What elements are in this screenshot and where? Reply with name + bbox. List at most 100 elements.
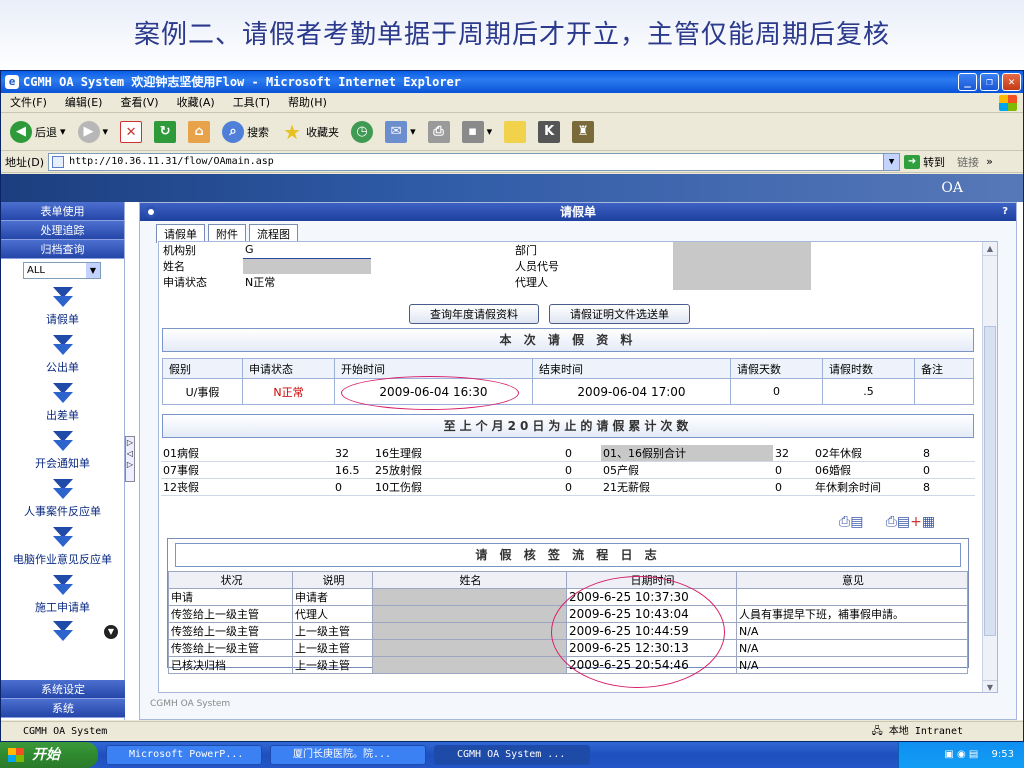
nav-archive-query[interactable]: 归档查询 — [1, 240, 124, 259]
messenger-button[interactable]: K — [535, 119, 563, 145]
form-filter-select[interactable]: ALL ▼ — [23, 262, 101, 279]
leave-table: 假别 申请状态 开始时间 结束时间 请假天数 请假时数 备注 U/事假 N正常 … — [162, 358, 974, 405]
accumulated-table: 01病假 32 16生理假 0 01、16假别合计 32 02年休假 8 07事假 16.5 25… — [161, 445, 975, 496]
nav-item-more[interactable]: ▼ — [1, 621, 124, 643]
scroll-down-icon[interactable]: ▼ — [983, 680, 997, 692]
go-button[interactable]: ➜ 转到 — [904, 154, 945, 170]
menu-help[interactable]: 帮助(H) — [279, 93, 336, 113]
panel-bullet-icon — [145, 206, 157, 218]
nav-item-leave[interactable]: 请假单 — [1, 287, 124, 327]
scroll-down-icon[interactable]: ▼ — [104, 625, 118, 639]
dept-label: 部门 — [515, 244, 537, 257]
system-tray: ▣ ◉ ▤ 9:53 — [898, 742, 1024, 768]
refresh-button[interactable]: ↻ — [151, 119, 179, 145]
name-field — [243, 258, 371, 274]
page-icon — [52, 155, 65, 168]
name-label: 姓名 — [163, 260, 185, 273]
nav-splitter-handle[interactable]: ▷ ◁ ▷ — [125, 436, 135, 482]
print-add-icon[interactable]: ⎙▤+▦ — [886, 514, 935, 530]
redacted-block — [673, 242, 811, 290]
nav-item-hr-case[interactable]: 人事案件反应单 — [1, 479, 124, 519]
mail-button[interactable]: ✉ ▾ — [382, 119, 419, 145]
chevron-down-icon: ▼ — [86, 263, 100, 278]
stop-button[interactable]: ✕ — [117, 119, 145, 145]
print-icon[interactable]: ⎙▤ — [839, 514, 863, 530]
leave-end-time: 2009-06-04 17:00 — [532, 378, 731, 405]
windows-logo-icon — [999, 95, 1017, 111]
down-arrow-icon — [50, 479, 76, 501]
annual-leave-query-button[interactable]: 查询年度请假资料 — [409, 304, 539, 324]
menu-view[interactable]: 查看(V) — [111, 93, 167, 113]
nav-item-business[interactable]: 公出单 — [1, 335, 124, 375]
nav-item-computer-feedback[interactable]: 电脑作业意见反应单 — [1, 527, 124, 567]
status-label: 申请状态 — [163, 276, 207, 289]
nav-item-trip[interactable]: 出差单 — [1, 383, 124, 423]
nav-system-settings[interactable]: 系统设定 — [1, 680, 125, 699]
menu-bar: 文件(F) 编辑(E) 查看(V) 收藏(A) 工具(T) 帮助(H) — [1, 93, 1023, 113]
discuss-button[interactable] — [501, 119, 529, 145]
scroll-thumb[interactable] — [984, 326, 996, 636]
edit-button[interactable]: ▪ ▾ — [459, 119, 496, 145]
task-oa-system[interactable]: CGMH OA System ... — [434, 745, 590, 765]
scroll-up-icon[interactable]: ▲ — [983, 242, 997, 256]
stop-icon: ✕ — [120, 120, 143, 143]
history-button[interactable]: ◷ — [348, 119, 376, 145]
address-input[interactable]: http://10.36.11.31/flow/OAmain.asp ▼ — [48, 152, 901, 171]
chevron-down-icon[interactable]: ▼ — [883, 153, 900, 170]
count-row: 01病假 32 16生理假 0 01、16假别合计 32 02年休假 8 — [161, 445, 975, 462]
nav-form-use[interactable]: 表单使用 — [1, 202, 124, 221]
ie-icon: e — [5, 75, 19, 89]
refresh-icon: ↻ — [154, 120, 177, 143]
slide-title: 案例二、请假者考勤单据于周期后才开立，主管仅能周期后复核 — [0, 0, 1024, 70]
tray-icons[interactable]: ▣ ◉ ▤ — [944, 749, 978, 760]
menu-file[interactable]: 文件(F) — [1, 93, 56, 113]
print-button[interactable]: ⎙ — [425, 119, 453, 145]
task-powerpoint[interactable]: Microsoft PowerP... — [106, 745, 262, 765]
back-button[interactable]: ◀ 后退 ▾ — [7, 119, 69, 145]
proof-document-button[interactable]: 请假证明文件选送单 — [549, 304, 690, 324]
back-arrow-icon: ◀ — [10, 120, 32, 143]
basic-info-table: 机构别 G 部门 姓名 人员代号 申请状态 N正常 代理人 — [161, 242, 811, 290]
tool-icon: ♜ — [572, 120, 595, 143]
search-button[interactable]: ⌕ 搜索 — [219, 119, 272, 145]
task-hospital[interactable]: 厦门长庚医院。院... — [270, 745, 426, 765]
start-button[interactable]: 开始 — [0, 742, 98, 768]
down-arrow-icon — [50, 383, 76, 405]
left-nav: 表单使用 处理追踪 归档查询 ALL ▼ 请假单 公出单 出差单 开会通知单 人事… — [1, 202, 125, 720]
print-icons: ⎙▤ ⎙▤+▦ — [839, 514, 935, 530]
k-icon: K — [538, 120, 561, 143]
home-button[interactable]: ⌂ — [185, 119, 213, 145]
status-field: N正常 — [245, 276, 276, 289]
nav-tracking[interactable]: 处理追踪 — [1, 221, 124, 240]
close-button[interactable]: ✕ — [1002, 73, 1021, 91]
window-titlebar[interactable]: e CGMH OA System 欢迎钟志坚使用Flow - Microsoft… — [1, 71, 1023, 93]
action-buttons: 查询年度请假资料 请假证明文件选送单 — [409, 304, 690, 324]
toolbar: ◀ 后退 ▾ ▶ ▾ ✕ ↻ ⌂ ⌕ 搜索 ★ 收藏夹 ◷ ✉ ▾ ⎙ ▪ ▾ K ♜ — [1, 113, 1023, 151]
menu-tools[interactable]: 工具(T) — [224, 93, 279, 113]
down-arrow-icon — [50, 575, 76, 597]
links-button[interactable]: 链接 — [957, 154, 979, 170]
form-scrollbar[interactable]: ▲ ▼ — [982, 242, 997, 692]
mail-icon: ✉ — [385, 120, 408, 143]
research-button[interactable]: ♜ — [569, 119, 597, 145]
org-label: 机构别 — [163, 244, 196, 257]
favorites-button[interactable]: ★ 收藏夹 — [278, 119, 342, 145]
panel-header: 请假单 ? — [140, 203, 1016, 221]
taskbar: 开始 Microsoft PowerP... 厦门长庚医院。院... CGMH … — [0, 742, 1024, 768]
clock: 9:53 — [991, 749, 1014, 760]
help-icon[interactable]: ? — [1002, 203, 1008, 221]
go-arrow-icon: ➜ — [904, 154, 921, 169]
org-field[interactable]: G — [243, 242, 371, 259]
minimize-button[interactable]: _ — [958, 73, 977, 91]
nav-system[interactable]: 系统 — [1, 699, 125, 718]
nav-item-construction[interactable]: 施工申请单 — [1, 575, 124, 615]
section-current-leave: 本 次 请 假 资 料 — [162, 328, 974, 352]
agent-label: 代理人 — [515, 276, 548, 289]
menu-edit[interactable]: 编辑(E) — [56, 93, 112, 113]
maximize-button[interactable]: ❐ — [980, 73, 999, 91]
nav-item-meeting[interactable]: 开会通知单 — [1, 431, 124, 471]
home-icon: ⌂ — [188, 120, 211, 143]
down-arrow-icon — [50, 335, 76, 357]
forward-button[interactable]: ▶ ▾ — [75, 119, 112, 145]
menu-favorites[interactable]: 收藏(A) — [168, 93, 224, 113]
